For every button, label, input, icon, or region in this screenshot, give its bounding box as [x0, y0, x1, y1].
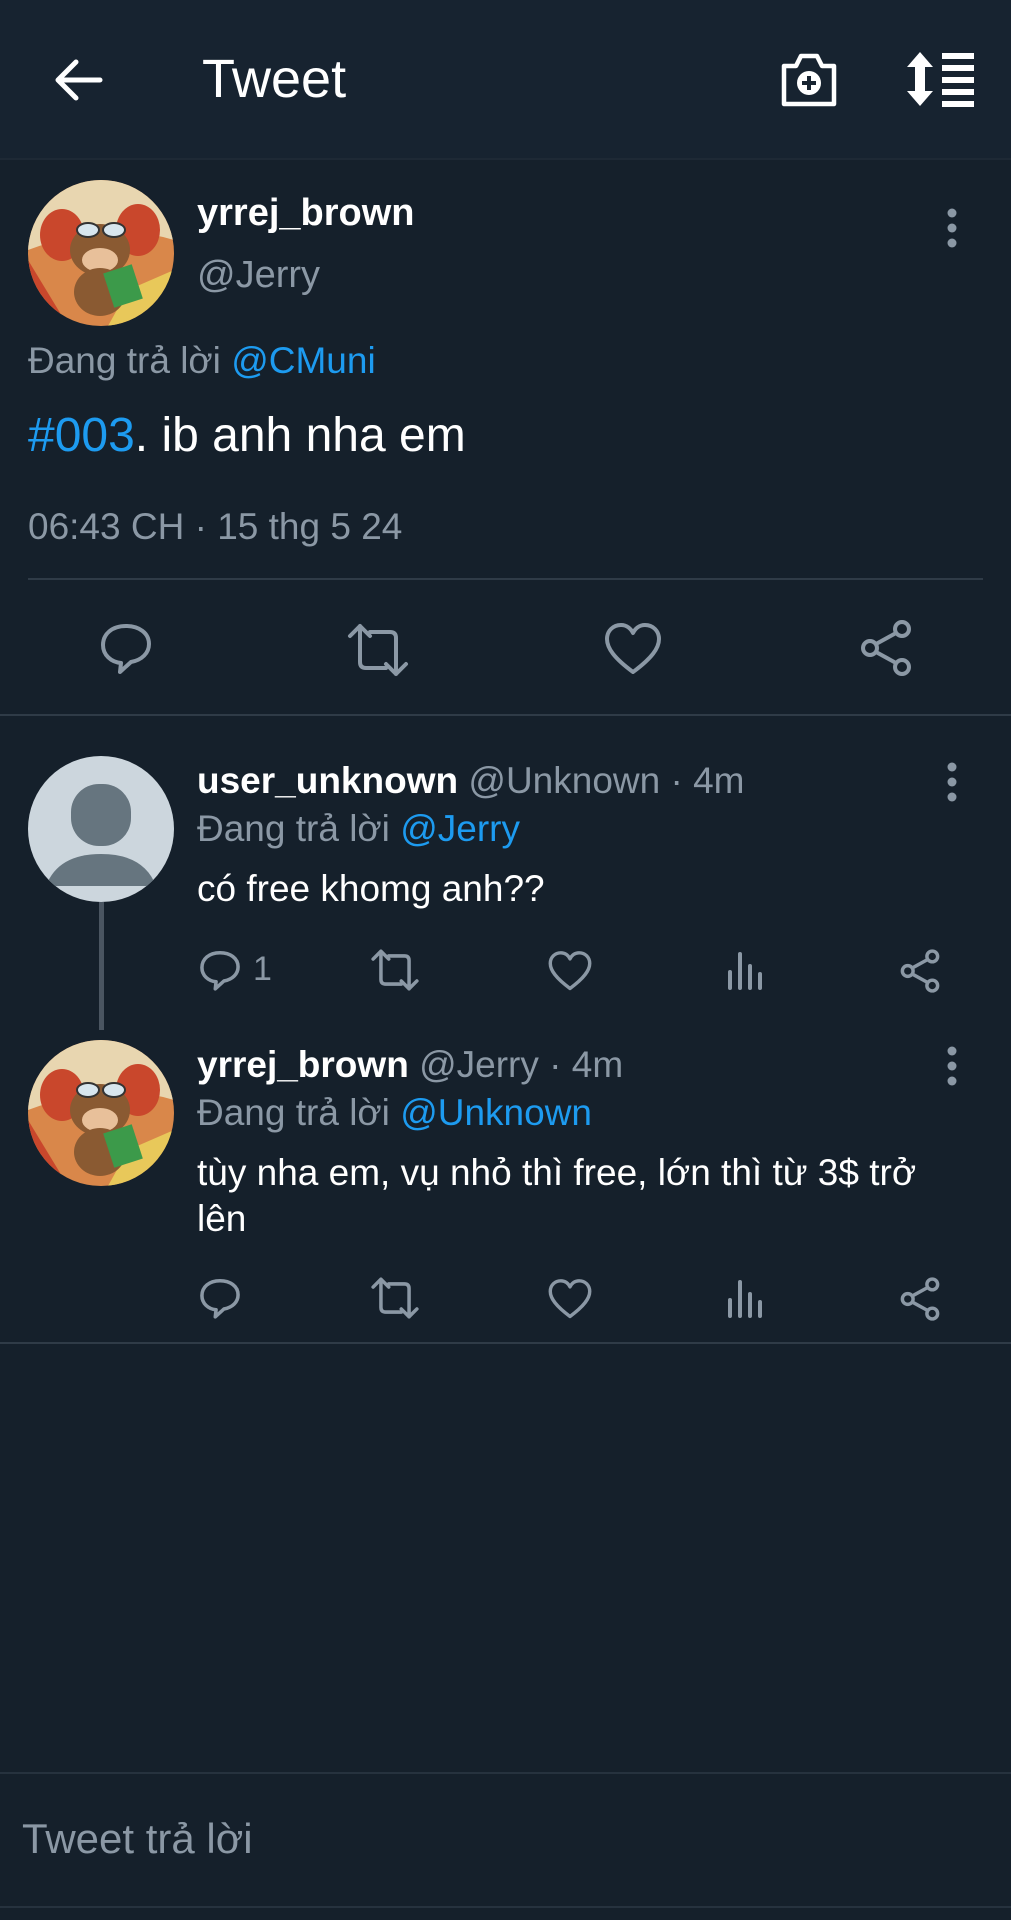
arrow-left-icon[interactable] [52, 54, 104, 106]
reply-icon[interactable] [98, 620, 154, 676]
composer-divider [0, 1772, 1011, 1774]
sort-list-icon[interactable] [906, 50, 978, 108]
camera-plus-icon[interactable] [778, 48, 840, 110]
section-divider [0, 1342, 1011, 1344]
replying-to-line: Đang trả lời @CMuni [28, 340, 376, 382]
avatar[interactable] [28, 180, 174, 326]
user-handle[interactable]: @Jerry [197, 254, 320, 297]
display-name[interactable]: user_unknown [197, 760, 458, 801]
share-icon[interactable] [898, 948, 942, 994]
avatar[interactable] [28, 756, 174, 902]
mention-link[interactable]: @Unknown [400, 1092, 592, 1133]
replying-label: Đang trả lời [197, 808, 390, 849]
mention-link[interactable]: @CMuni [231, 340, 375, 381]
top-bar: Tweet [0, 0, 1011, 158]
reply-text-line2: lên [197, 1198, 247, 1239]
reply-text-line1: tùy nha em, vụ nhỏ thì free, lớn thì từ … [197, 1152, 917, 1193]
reply-icon[interactable] [198, 948, 242, 992]
more-options-icon[interactable] [946, 1046, 958, 1086]
tweet-timestamp: 06:43 CH · 15 thg 5 24 [28, 506, 403, 547]
display-name[interactable]: yrrej_brown [197, 1044, 409, 1085]
retweet-icon[interactable] [346, 622, 410, 678]
more-options-icon[interactable] [946, 762, 958, 802]
replying-to-line: Đang trả lời @Jerry [197, 808, 520, 850]
divider [28, 578, 983, 580]
reply-text: có free khomg anh?? [197, 868, 545, 909]
composer-underline [0, 1906, 1011, 1908]
reply-header: yrrej_brown @Jerry · 4m [197, 1044, 623, 1086]
mention-link[interactable]: @Jerry [400, 808, 520, 849]
replying-label: Đang trả lời [28, 340, 221, 381]
handle-time: @Unknown · 4m [468, 760, 745, 801]
retweet-icon[interactable] [370, 948, 420, 992]
tweet-body: . ib anh nha em [134, 409, 466, 462]
replying-label: Đang trả lời [197, 1092, 390, 1133]
share-icon[interactable] [898, 1276, 942, 1322]
reply-input[interactable]: Tweet trả lời [22, 1815, 253, 1863]
replying-to-line: Đang trả lời @Unknown [197, 1092, 592, 1134]
tweet-text: #003. ib anh nha em [28, 408, 466, 463]
like-icon[interactable] [548, 950, 592, 992]
analytics-icon[interactable] [726, 1278, 764, 1318]
display-name[interactable]: yrrej_brown [197, 192, 415, 235]
more-options-icon[interactable] [946, 208, 958, 248]
share-icon[interactable] [858, 618, 914, 678]
section-divider [0, 714, 1011, 716]
reply-icon[interactable] [198, 1276, 242, 1320]
retweet-icon[interactable] [370, 1276, 420, 1320]
hashtag-link[interactable]: #003 [28, 409, 135, 462]
header-divider [0, 158, 1011, 160]
page-title: Tweet [202, 49, 347, 109]
reply-header: user_unknown @Unknown · 4m [197, 760, 744, 802]
like-icon[interactable] [604, 622, 662, 676]
reply-count: 1 [253, 950, 272, 988]
like-icon[interactable] [548, 1278, 592, 1320]
avatar[interactable] [28, 1040, 174, 1186]
analytics-icon[interactable] [726, 950, 764, 990]
handle-time: @Jerry · 4m [419, 1044, 624, 1085]
thread-line [99, 902, 104, 1030]
